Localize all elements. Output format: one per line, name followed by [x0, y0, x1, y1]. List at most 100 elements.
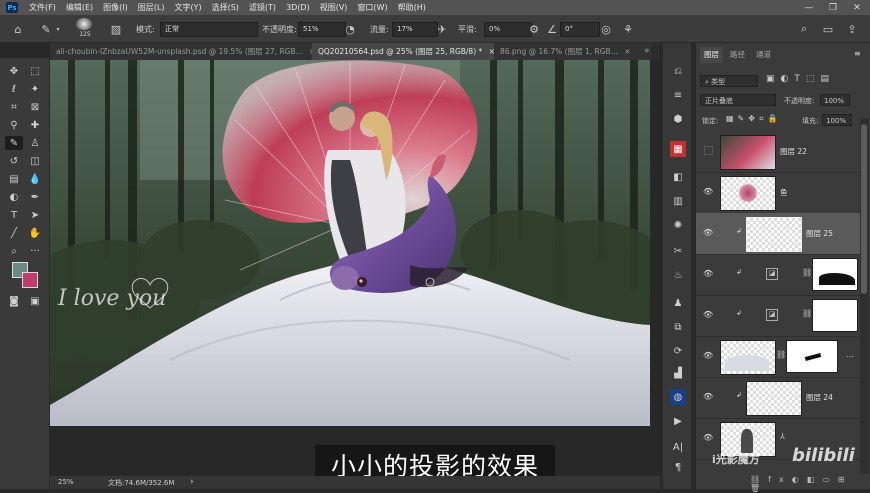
dodge-tool-icon[interactable]: ◐	[5, 190, 23, 204]
more-tools-icon[interactable]: ···	[26, 244, 44, 258]
tab-qq20210564[interactable]: QQ20210564.psd @ 25% (图层 25, RGB/8) * ×	[312, 43, 503, 60]
gear-icon[interactable]: ⚙	[526, 21, 542, 37]
workspace-icon[interactable]: ▭	[820, 21, 836, 37]
layer-row[interactable]: 👁 ↲ 图层 24	[696, 377, 862, 419]
fill-field[interactable]: 100%	[822, 114, 852, 126]
menu-window[interactable]: 窗口(W)	[352, 2, 392, 13]
layer-name[interactable]: 图层 25	[806, 228, 833, 239]
eye-icon[interactable]: 👁	[703, 269, 713, 279]
eraser-icon[interactable]: ◫	[26, 154, 44, 168]
layer-row[interactable]: 👁 鱼	[696, 172, 862, 214]
gradient-tool-icon[interactable]: ▤	[5, 172, 23, 186]
tab-ali-choubin[interactable]: ali-choubin-IZnbzaUW52M-unsplash.psd @ 1…	[50, 43, 325, 60]
swatches-icon[interactable]: ◧	[670, 169, 686, 185]
panel-menu-icon[interactable]: ≡	[854, 49, 861, 58]
rotate-icon[interactable]: ⟳	[670, 343, 686, 359]
menu-image[interactable]: 图像(I)	[98, 2, 133, 13]
layers-scrollbar-thumb[interactable]	[861, 124, 867, 294]
healing-brush-icon[interactable]: ✚	[26, 118, 44, 132]
layers-footer-icons[interactable]: ⛓fx◐◧▭⊞🗑	[750, 475, 866, 493]
eyedropper-icon[interactable]: ⚲	[5, 118, 23, 132]
screen-mode-icon[interactable]: ▣	[26, 294, 44, 308]
layer-row[interactable]: 图层 22	[696, 131, 862, 173]
angle-field[interactable]: 0°	[560, 22, 600, 37]
eye-icon[interactable]: 👁	[703, 351, 713, 361]
layer-row[interactable]: 👁 ⛓ …	[696, 336, 862, 378]
eye-icon[interactable]: 👁	[703, 228, 713, 238]
history-icon[interactable]: ⎌	[670, 63, 686, 79]
move-tool-icon[interactable]: ✥	[5, 64, 23, 78]
search-icon[interactable]: ⌕	[796, 21, 812, 37]
lasso-tool-icon[interactable]: ℓ	[5, 82, 23, 96]
layer-opacity-field[interactable]: 100%	[820, 94, 850, 106]
actions-play-icon[interactable]: ▶	[670, 413, 686, 429]
patterns-icon[interactable]: ✺	[670, 217, 686, 233]
character-icon[interactable]: A|	[670, 439, 686, 455]
magic-wand-icon[interactable]: ✦	[26, 82, 44, 96]
line-tool-icon[interactable]: ╱	[5, 226, 23, 240]
zoom-level[interactable]: 25%	[58, 478, 74, 486]
3d-cube-icon[interactable]: ⬢	[670, 111, 686, 127]
quick-mask-icon[interactable]: ◙	[5, 294, 23, 308]
histogram-icon[interactable]: ▟	[670, 365, 686, 381]
smoothing-field[interactable]: 0%	[484, 22, 532, 37]
menu-select[interactable]: 选择(S)	[207, 2, 244, 13]
layer-name[interactable]: 鱼	[780, 187, 788, 198]
chevron-down-icon[interactable]: ▾	[50, 21, 66, 37]
menu-filter[interactable]: 滤镜(T)	[244, 2, 281, 13]
pressure-opacity-icon[interactable]: ◔	[342, 21, 358, 37]
mode-select[interactable]: 正常	[160, 22, 258, 37]
close-window-button[interactable]: ✕	[846, 0, 868, 15]
flow-field[interactable]: 17%	[392, 22, 438, 37]
menu-layer[interactable]: 图层(L)	[133, 2, 170, 13]
layer-row[interactable]: 👁 ↲ ◪ ⛓	[696, 295, 862, 337]
brushes-icon[interactable]: ♨	[670, 267, 686, 283]
tabs-overflow-icon[interactable]: »	[644, 43, 658, 60]
blend-mode-select[interactable]: 正片叠底	[700, 94, 776, 106]
angle-icon[interactable]: ∠	[544, 21, 560, 37]
menu-edit[interactable]: 编辑(E)	[61, 2, 98, 13]
zoom-tool-icon[interactable]: ⌕	[5, 244, 23, 258]
menu-3d[interactable]: 3D(D)	[281, 3, 315, 12]
gradients-icon[interactable]: ▥	[670, 193, 686, 209]
tab-86-png[interactable]: 86.png @ 16.7% (图层 1, RGB... ×	[494, 43, 653, 60]
menu-help[interactable]: 帮助(H)	[393, 2, 431, 13]
crop-tool-icon[interactable]: ⌗	[5, 100, 23, 114]
close-tab-icon[interactable]: ×	[624, 47, 630, 56]
layer-row[interactable]: 👁 ↲ ◪ ⛓	[696, 254, 862, 296]
document-canvas[interactable]: I love you	[50, 60, 650, 426]
blur-tool-icon[interactable]: 💧	[26, 172, 44, 186]
layer-name[interactable]: 图层 22	[780, 146, 807, 157]
hand-tool-icon[interactable]: ✋	[26, 226, 44, 240]
eye-icon[interactable]: 👁	[703, 392, 713, 402]
eye-icon[interactable]: 👁	[703, 310, 713, 320]
eye-icon[interactable]: 👁	[703, 187, 713, 197]
paths-icon[interactable]: ⧉	[670, 319, 686, 335]
menu-file[interactable]: 文件(F)	[24, 2, 61, 13]
marquee-tool-icon[interactable]: ⬚	[26, 64, 44, 78]
background-color-swatch[interactable]	[22, 272, 38, 288]
navigator-icon[interactable]: ◍	[670, 389, 686, 405]
home-icon[interactable]: ⌂	[10, 21, 26, 37]
eye-icon[interactable]: 👁	[703, 433, 713, 443]
brush-preset-icon[interactable]	[76, 18, 92, 30]
opacity-field[interactable]: 51%	[298, 22, 346, 37]
tab-paths[interactable]: 路径	[726, 47, 749, 63]
color-icon[interactable]: ▦	[670, 141, 686, 157]
path-selection-icon[interactable]: ➤	[26, 208, 44, 222]
airbrush-icon[interactable]: ✈	[434, 21, 450, 37]
pen-tool-icon[interactable]: ✒	[26, 190, 44, 204]
share-icon[interactable]: ⇪	[844, 21, 860, 37]
layer-filter-select[interactable]: ⌕ 类型	[700, 75, 758, 87]
menu-view[interactable]: 视图(V)	[315, 2, 353, 13]
status-menu-arrow[interactable]: ›	[190, 477, 194, 487]
visibility-toggle[interactable]	[704, 146, 713, 155]
history-brush-icon[interactable]: ↺	[5, 154, 23, 168]
adjustments-icon[interactable]: ≡	[670, 87, 686, 103]
filter-icons[interactable]: ▣◐T⬚▤	[766, 74, 856, 88]
tools-settings-icon[interactable]: ✂	[670, 243, 686, 259]
clone-source-icon[interactable]: ♟	[670, 295, 686, 311]
pressure-size-icon[interactable]: ◎	[598, 21, 614, 37]
clone-stamp-icon[interactable]: ♙	[26, 136, 44, 150]
symmetry-icon[interactable]: ⚘	[620, 21, 636, 37]
